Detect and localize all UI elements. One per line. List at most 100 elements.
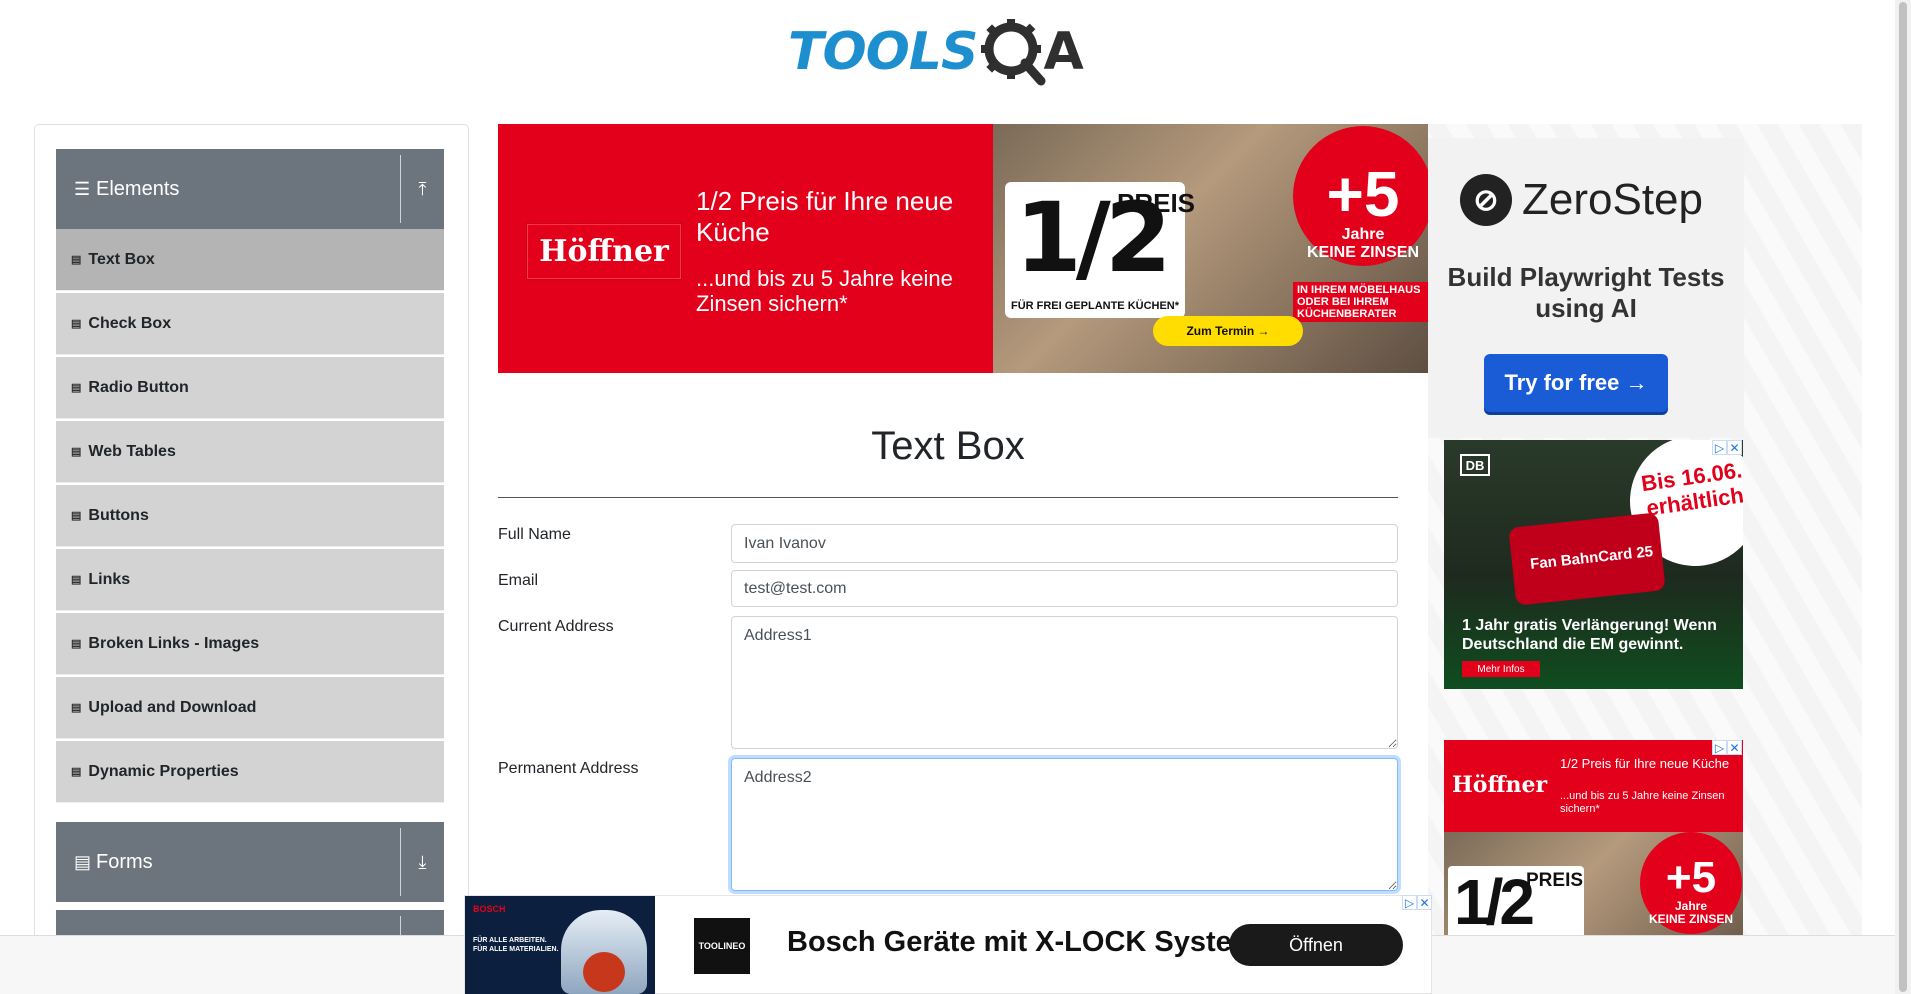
bosch-product-image: BOSCH FÜR ALLE ARBEITEN. FÜR ALLE MATERI… [465, 896, 655, 994]
adchoices-controls-2: ▷ ✕ [1712, 740, 1742, 755]
hoeffner-small-logo: Höffner [1452, 772, 1548, 798]
close-ad-icon[interactable]: ✕ [1417, 895, 1432, 910]
sidebar-item-label: Broken Links - Images [88, 634, 260, 652]
list-icon: ▤ [71, 510, 82, 522]
open-button[interactable]: Öffnen [1229, 924, 1403, 966]
preis-word: PREIS [1117, 188, 1196, 218]
top-banner-ad[interactable]: Höffner 1/2 Preis für Ihre neue Küche ..… [498, 124, 1428, 373]
sidebar-item-label: Radio Button [88, 378, 189, 396]
hoeffner-small-fraction: 1/2 [1454, 866, 1535, 938]
hoeffner-headline: 1/2 Preis für Ihre neue Küche [696, 186, 954, 247]
hoeffner-small-subline: ...und bis zu 5 Jahre keine Zinsen siche… [1560, 790, 1725, 815]
sidebar-item-label: Upload and Download [88, 698, 257, 716]
scrollbar-thumb[interactable] [1899, 2, 1907, 992]
sidebar-item-buttons[interactable]: ▤ Buttons [56, 485, 444, 547]
zerostep-mark-icon: ⊘ [1460, 174, 1512, 226]
grinder-disc-image [583, 952, 625, 992]
sidebar-item-web-tables[interactable]: ▤ Web Tables [56, 421, 444, 483]
list-icon: ▤ [71, 574, 82, 586]
adchoices-icon[interactable]: ▷ [1712, 440, 1727, 455]
sidebar-item-check-box[interactable]: ▤ Check Box [56, 293, 444, 355]
zins-bottom-note: IN IHREM MÖBELHAUS ODER BEI IHREM KÜCHEN… [1293, 282, 1428, 322]
sidebar-item-label: Links [88, 570, 131, 588]
adchoices-controls: ▷ ✕ [1712, 440, 1742, 455]
termin-button[interactable]: Zum Termin → [1153, 316, 1303, 346]
expand-down-icon[interactable]: ⤓ [400, 828, 444, 896]
list-icon: ▤ [71, 702, 82, 714]
hoeffner-ad-text-panel: Höffner 1/2 Preis für Ihre neue Küche ..… [498, 124, 993, 373]
zins-big: +5 [1326, 158, 1400, 230]
full-name-label: Full Name [498, 526, 571, 543]
db-more-button[interactable]: Mehr Infos [1462, 661, 1540, 677]
zins-word: Jahre [1341, 226, 1385, 243]
db-bahncard-ad[interactable]: DB Bis 16.06. erhältlich Fan BahnCard 25… [1444, 440, 1743, 689]
zerostep-ad[interactable]: ⊘ ZeroStep Build Playwright Tests using … [1428, 138, 1744, 438]
logo-suffix: A [1043, 22, 1084, 82]
logo-text: TOOLS [788, 22, 978, 82]
close-ad-icon[interactable]: ✕ [1727, 440, 1742, 455]
current-address-label: Current Address [498, 618, 614, 635]
close-ad-icon[interactable]: ✕ [1727, 740, 1742, 755]
email-label: Email [498, 572, 539, 589]
adchoices-icon[interactable]: ▷ [1402, 895, 1417, 910]
toolineo-logo: TOOLINEO [694, 918, 750, 974]
bottom-bosch-ad[interactable]: BOSCH FÜR ALLE ARBEITEN. FÜR ALLE MATERI… [464, 895, 1432, 994]
list-icon: ▤ [71, 318, 82, 330]
sidebar-item-label: Web Tables [88, 442, 176, 460]
zerostep-name: ZeroStep [1522, 175, 1703, 224]
sidebar-item-broken-links-images[interactable]: ▤ Broken Links - Images [56, 613, 444, 675]
page: TOOLS A ☰ Elements ⤒ ▤ Text Box ▤ Check … [0, 0, 1911, 994]
sidebar-item-radio-button[interactable]: ▤ Radio Button [56, 357, 444, 419]
forms-group-header[interactable]: ▤ Forms ⤓ [56, 822, 444, 902]
hamburger-icon: ☰ [74, 179, 91, 199]
adchoices-controls-3: ▷ ✕ [1402, 895, 1432, 910]
collapse-up-icon[interactable]: ⤒ [400, 155, 444, 223]
db-card: Fan BahnCard 25 [1508, 512, 1666, 606]
list-icon: ▤ [71, 638, 82, 650]
db-text: 1 Jahr gratis Verlängerung! Wenn Deutsch… [1462, 617, 1717, 653]
hoeffner-small-zins-sub: KEINE ZINSEN [1648, 912, 1733, 926]
permanent-address-label: Permanent Address [498, 760, 639, 777]
title-divider [498, 497, 1398, 498]
zins-sub: KEINE ZINSEN [1306, 244, 1419, 261]
email-input[interactable] [731, 570, 1398, 607]
hoeffner-logo: Höffner [526, 223, 682, 280]
list-icon: ▤ [71, 254, 82, 266]
sidebar-item-links[interactable]: ▤ Links [56, 549, 444, 611]
sidebar-item-label: Buttons [88, 506, 149, 524]
hoeffner-small-headline: 1/2 Preis für Ihre neue Küche [1560, 756, 1730, 771]
elements-group-label: Elements [96, 177, 180, 200]
bosch-headline: Bosch Geräte mit X-LOCK System [787, 926, 1258, 958]
hoeffner-small-preis: PREIS [1526, 870, 1584, 891]
sidebar-item-label: Text Box [88, 250, 155, 268]
full-name-input[interactable] [731, 524, 1398, 563]
permanent-address-textarea[interactable]: Address2 [731, 758, 1398, 891]
adchoices-icon[interactable]: ▷ [1712, 740, 1727, 755]
forms-group-label: Forms [96, 850, 153, 873]
toolsqa-logo[interactable]: TOOLS A [788, 16, 1084, 88]
hoeffner-subline: ...und bis zu 5 Jahre keine Zinsen siche… [696, 266, 953, 316]
sidebar-item-label: Check Box [88, 314, 172, 332]
sidebar-item-label: Dynamic Properties [88, 762, 239, 780]
current-address-textarea[interactable]: Address1 [731, 616, 1398, 749]
list-icon: ▤ [71, 446, 82, 458]
list-icon: ▤ [71, 766, 82, 778]
elements-menu-list: ▤ Text Box ▤ Check Box ▤ Radio Button ▤ … [56, 229, 444, 805]
db-logo: DB [1460, 454, 1490, 476]
page-title: Text Box [871, 424, 1025, 468]
document-icon: ▤ [74, 852, 92, 872]
zerostep-logo: ⊘ ZeroStep [1460, 174, 1703, 226]
try-for-free-button[interactable]: Try for free → [1484, 354, 1668, 412]
preis-card: 1/2 PREIS FÜR FREI GEPLANTE KÜCHEN* [1005, 182, 1195, 318]
sidebar: ☰ Elements ⤒ ▤ Text Box ▤ Check Box ▤ Ra… [34, 124, 469, 994]
bosch-brand: BOSCH [473, 904, 506, 914]
sidebar-item-text-box[interactable]: ▤ Text Box [56, 229, 444, 291]
sidebar-item-upload-and-download[interactable]: ▤ Upload and Download [56, 677, 444, 739]
hoeffner-ad-photo-panel: 1/2 PREIS FÜR FREI GEPLANTE KÜCHEN* +5 J… [993, 124, 1428, 373]
preis-footer: FÜR FREI GEPLANTE KÜCHEN* [1010, 300, 1180, 312]
sidebar-item-dynamic-properties[interactable]: ▤ Dynamic Properties [56, 741, 444, 803]
elements-group-header[interactable]: ☰ Elements ⤒ [56, 149, 444, 229]
bosch-image-text: FÜR ALLE ARBEITEN. FÜR ALLE MATERIALIEN. [473, 937, 559, 953]
hoeffner-small-zins-badge: +5 Jahre KEINE ZINSEN [1640, 832, 1742, 934]
list-icon: ▤ [71, 382, 82, 394]
